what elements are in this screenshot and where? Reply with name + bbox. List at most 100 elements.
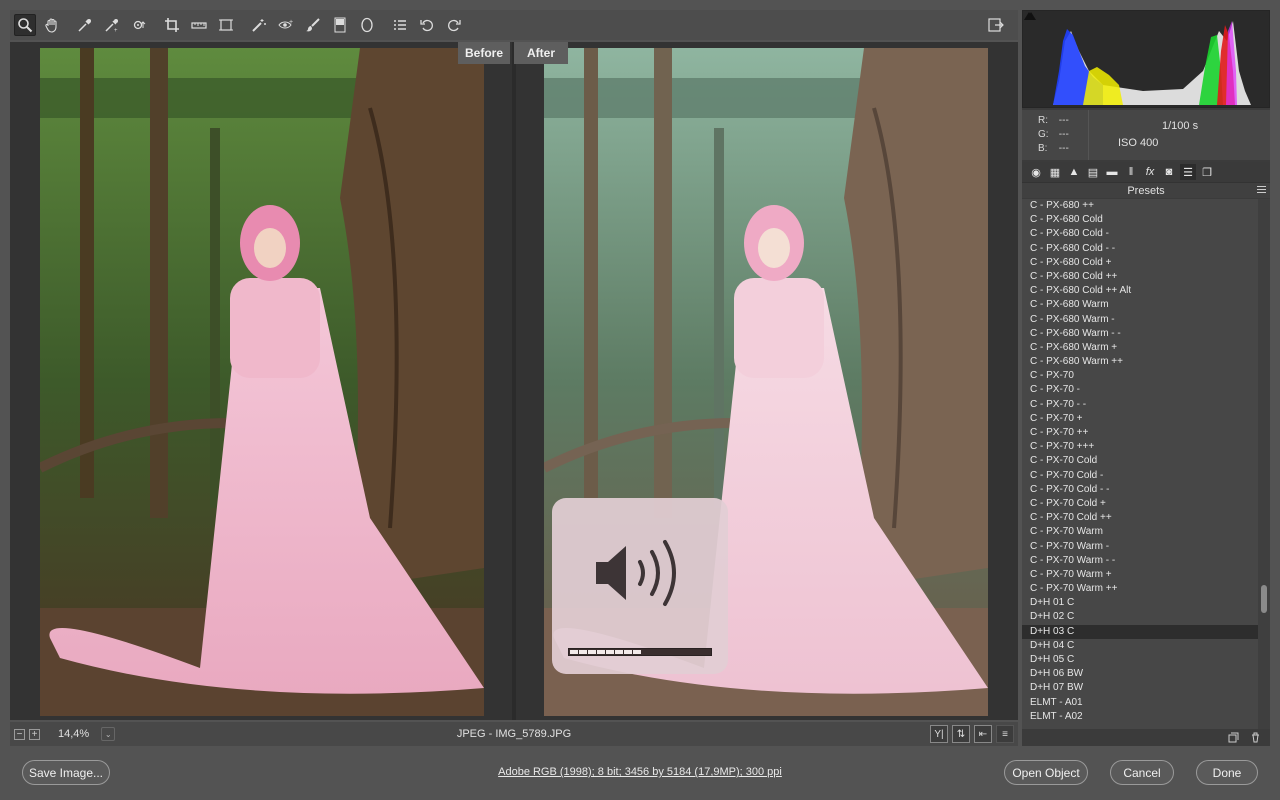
white-balance-tool-icon[interactable] — [74, 14, 96, 36]
status-bar: − + 14,4% ⌄ JPEG - IMG_5789.JPG Y| ⇅ ⇤ ≡ — [10, 722, 1018, 746]
file-name: JPEG - IMG_5789.JPG — [456, 728, 572, 740]
volume-level-bar — [568, 648, 712, 656]
highlight-clipping-warning-icon[interactable] — [1023, 11, 1035, 21]
copy-settings-icon[interactable]: ⇤ — [974, 725, 992, 743]
preset-item[interactable]: C - PX-70 Warm - — [1022, 540, 1258, 554]
spot-removal-tool-icon[interactable] — [248, 14, 270, 36]
split-toning-panel-icon[interactable]: ▬ — [1104, 164, 1120, 180]
preset-item[interactable]: C - PX-70 +++ — [1022, 440, 1258, 454]
done-button[interactable]: Done — [1196, 760, 1258, 785]
preset-item[interactable]: D+H 06 BW — [1022, 667, 1258, 681]
preset-item[interactable]: D+H 01 C — [1022, 596, 1258, 610]
g-label: G: — [1038, 129, 1049, 140]
effects-panel-icon[interactable]: fx — [1142, 164, 1158, 180]
bottom-bar: Save Image... Adobe RGB (1998); 8 bit; 3… — [0, 748, 1280, 800]
before-label: Before — [458, 42, 510, 64]
preset-item[interactable]: C - PX-680 Cold - - — [1022, 242, 1258, 256]
preset-item[interactable]: C - PX-70 Warm — [1022, 525, 1258, 539]
preset-item[interactable]: C - PX-70 ++ — [1022, 426, 1258, 440]
scroll-thumb[interactable] — [1261, 585, 1267, 613]
save-image-button[interactable]: Save Image... — [22, 760, 110, 785]
preset-item[interactable]: C - PX-70 Cold + — [1022, 497, 1258, 511]
crop-tool-icon[interactable] — [161, 14, 183, 36]
lens-corrections-panel-icon[interactable]: ‖ — [1123, 164, 1139, 180]
cancel-button[interactable]: Cancel — [1110, 760, 1174, 785]
preset-item[interactable]: C - PX-680 Cold ++ Alt — [1022, 284, 1258, 298]
preferences-list-icon[interactable] — [389, 14, 411, 36]
preset-item[interactable]: C - PX-680 Cold ++ — [1022, 270, 1258, 284]
preset-item[interactable]: D+H 05 C — [1022, 653, 1258, 667]
presets-header: Presets — [1022, 182, 1270, 198]
color-sampler-tool-icon[interactable]: + — [101, 14, 123, 36]
preset-item[interactable]: C - PX-70 Warm - - — [1022, 554, 1258, 568]
volume-segment — [570, 650, 578, 654]
panel-tabs: ◉ ▦ ▲ ▤ ▬ ‖ fx ◙ ☰ ❐ — [1022, 162, 1270, 182]
preset-item[interactable]: C - PX-70 - - — [1022, 398, 1258, 412]
g-value: --- — [1058, 129, 1069, 140]
preset-item[interactable]: C - PX-680 Cold + — [1022, 256, 1258, 270]
volume-segment — [633, 650, 641, 654]
preset-item[interactable]: D+H 07 BW — [1022, 681, 1258, 695]
graduated-filter-icon[interactable] — [329, 14, 351, 36]
detail-panel-icon[interactable]: ▲ — [1066, 164, 1082, 180]
preset-item[interactable]: C - PX-70 - — [1022, 383, 1258, 397]
preset-item[interactable]: C - PX-70 — [1022, 369, 1258, 383]
transform-tool-icon[interactable] — [215, 14, 237, 36]
rotate-right-icon[interactable] — [443, 14, 465, 36]
preset-item[interactable]: C - PX-70 Cold ++ — [1022, 511, 1258, 525]
preset-item[interactable]: C - PX-70 + — [1022, 412, 1258, 426]
preset-item[interactable]: C - PX-680 Cold - — [1022, 227, 1258, 241]
radial-filter-icon[interactable] — [356, 14, 378, 36]
preset-item[interactable]: C - PX-680 Warm ++ — [1022, 355, 1258, 369]
preset-item[interactable]: C - PX-680 Warm + — [1022, 341, 1258, 355]
delete-preset-icon[interactable] — [1250, 732, 1261, 743]
workflow-options-link[interactable]: Adobe RGB (1998); 8 bit; 3456 by 5184 (1… — [498, 766, 782, 778]
open-object-button[interactable]: Open Object — [1004, 760, 1088, 785]
adjustment-brush-icon[interactable] — [302, 14, 324, 36]
preview-area[interactable]: Before After — [10, 42, 1018, 720]
preset-item[interactable]: C - PX-70 Warm + — [1022, 568, 1258, 582]
volume-segment — [588, 650, 596, 654]
histogram — [1022, 10, 1270, 108]
preset-item[interactable]: D+H 02 C — [1022, 610, 1258, 624]
red-eye-tool-icon[interactable]: + — [275, 14, 297, 36]
preset-item[interactable]: C - PX-680 Warm - - — [1022, 327, 1258, 341]
presets-scrollbar[interactable] — [1258, 199, 1270, 729]
camera-calibration-panel-icon[interactable]: ◙ — [1161, 164, 1177, 180]
presets-panel-icon[interactable]: ☰ — [1180, 164, 1196, 180]
preset-item[interactable]: C - PX-70 Cold - — [1022, 469, 1258, 483]
volume-segment — [624, 650, 632, 654]
snapshots-panel-icon[interactable]: ❐ — [1199, 164, 1215, 180]
tone-curve-panel-icon[interactable]: ▦ — [1047, 164, 1063, 180]
hsl-panel-icon[interactable]: ▤ — [1085, 164, 1101, 180]
preset-item[interactable]: ELMT - A01 — [1022, 696, 1258, 710]
swap-settings-icon[interactable]: ⇅ — [952, 725, 970, 743]
zoom-in-button[interactable]: + — [29, 728, 40, 740]
before-after-view-icon[interactable]: Y| — [930, 725, 948, 743]
basic-panel-icon[interactable]: ◉ — [1028, 164, 1044, 180]
svg-text:+: + — [114, 28, 118, 33]
preset-item[interactable]: D+H 03 C — [1022, 624, 1258, 639]
preset-item[interactable]: C - PX-70 Cold — [1022, 454, 1258, 468]
preset-item[interactable]: C - PX-680 Warm - — [1022, 313, 1258, 327]
rotate-left-icon[interactable] — [416, 14, 438, 36]
preset-item[interactable]: C - PX-70 Warm ++ — [1022, 582, 1258, 596]
presets-menu-icon[interactable] — [1257, 186, 1266, 195]
preset-item[interactable]: C - PX-70 Cold - - — [1022, 483, 1258, 497]
targeted-adjustment-tool-icon[interactable] — [128, 14, 150, 36]
preset-item[interactable]: C - PX-680 ++ — [1022, 199, 1258, 213]
svg-text:+: + — [289, 19, 293, 26]
straighten-tool-icon[interactable] — [188, 14, 210, 36]
new-preset-icon[interactable] — [1228, 732, 1239, 743]
speaker-volume-icon — [596, 540, 676, 606]
zoom-tool-icon[interactable] — [14, 14, 36, 36]
zoom-out-button[interactable]: − — [14, 728, 25, 740]
preset-item[interactable]: C - PX-680 Warm — [1022, 298, 1258, 312]
toggle-fullscreen-icon[interactable] — [985, 14, 1007, 36]
toggle-settings-icon[interactable]: ≡ — [996, 725, 1014, 743]
preset-item[interactable]: D+H 04 C — [1022, 639, 1258, 653]
preset-item[interactable]: C - PX-680 Cold — [1022, 213, 1258, 227]
zoom-dropdown[interactable]: ⌄ — [101, 727, 116, 741]
hand-tool-icon[interactable] — [41, 14, 63, 36]
preset-item[interactable]: ELMT - A02 — [1022, 710, 1258, 724]
